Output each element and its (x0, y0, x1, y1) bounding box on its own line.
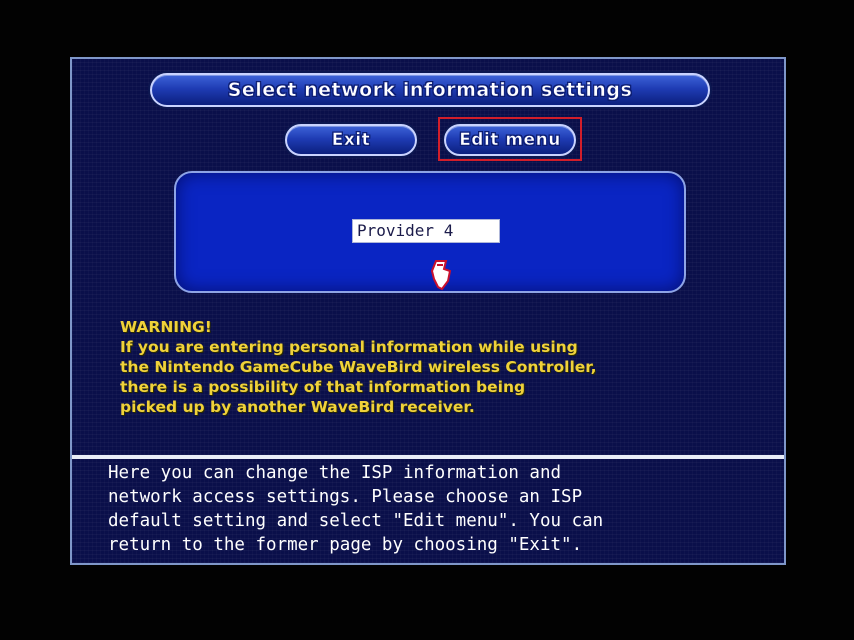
screen: Select network information settings Exit… (0, 0, 854, 640)
pointer-hand-icon (430, 260, 452, 291)
help-line: Here you can change the ISP information … (108, 463, 562, 483)
exit-button-label: Exit (331, 130, 371, 151)
warning-line: the Nintendo GameCube WaveBird wireless … (120, 358, 597, 376)
edit-menu-button[interactable]: Edit menu (444, 124, 576, 156)
warning-line: there is a possibility of that informati… (120, 378, 526, 396)
edit-menu-button-label: Edit menu (459, 130, 561, 151)
help-line: default setting and select "Edit menu". … (108, 511, 604, 531)
network-settings-window: Select network information settings Exit… (70, 57, 786, 565)
exit-button[interactable]: Exit (285, 124, 417, 156)
warning-line: picked up by another WaveBird receiver. (120, 398, 475, 416)
provider-select[interactable]: Provider 4 (352, 219, 500, 243)
page-title-text: Select network information settings (227, 79, 633, 102)
warning-message: WARNING! If you are entering personal in… (120, 317, 760, 417)
help-text: Here you can change the ISP information … (108, 461, 768, 557)
page-title: Select network information settings (150, 73, 710, 107)
help-line: network access settings. Please choose a… (108, 487, 583, 507)
divider (72, 455, 784, 459)
warning-line: If you are entering personal information… (120, 338, 578, 356)
help-line: return to the former page by choosing "E… (108, 535, 583, 555)
warning-heading: WARNING! (120, 318, 212, 336)
provider-panel: Provider 4 (174, 171, 686, 293)
